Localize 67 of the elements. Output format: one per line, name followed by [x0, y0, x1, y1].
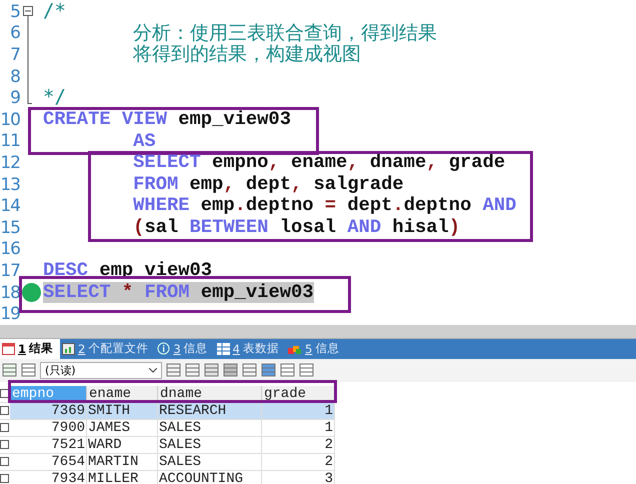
line-number: 10: [0, 110, 20, 130]
table-cell: 7654: [10, 454, 87, 471]
table-cell: MARTIN: [87, 454, 158, 471]
code-line: (sal BETWEEN losal AND hisal): [133, 216, 460, 239]
line-number: 12: [0, 152, 20, 173]
table-cell: RESEARCH: [158, 402, 262, 420]
table-icon[interactable]: [242, 363, 257, 378]
code-comment: 分析：使用三表联合查询，得到结果: [133, 22, 438, 44]
code-comment: /*: [43, 1, 66, 23]
line-number: 13: [0, 174, 20, 195]
row-checkbox[interactable]: [0, 474, 9, 484]
table-cell: WARD: [87, 436, 158, 454]
table-cell: SALES: [158, 420, 262, 437]
table-cell: JAMES: [87, 420, 158, 437]
table-cell: SALES: [158, 436, 262, 454]
table-icon: [2, 342, 15, 355]
fold-bracket-icon[interactable]: [23, 6, 33, 104]
table-cell: SMITH: [87, 402, 158, 420]
line-number: 8: [9, 66, 20, 87]
grid-icon: [216, 342, 230, 355]
line-number: 14: [0, 196, 20, 216]
table-cell: MILLER: [87, 470, 158, 484]
result-tab[interactable]: 4 表数据: [214, 338, 286, 359]
table-cell: 7900: [10, 420, 87, 437]
code-line: FROM emp, dept, salgrade: [133, 174, 404, 196]
result-tab[interactable]: 1 结果: [0, 338, 60, 359]
result-tab[interactable]: 2 个配置文件: [60, 338, 156, 359]
chart-icon: [62, 342, 76, 355]
table-cell: SALES: [158, 454, 262, 471]
row-checkbox[interactable]: [0, 457, 9, 466]
form-view-icon[interactable]: [280, 363, 295, 378]
table-icon[interactable]: [166, 363, 181, 378]
table-cell: ACCOUNTING: [158, 470, 262, 484]
table-cell: 1: [262, 420, 335, 437]
code-comment: 将得到的结果，构建成视图: [133, 44, 362, 66]
result-tab[interactable]: 5 信息: [286, 338, 346, 359]
grid-menu-icon[interactable]: [21, 363, 36, 378]
table-cell: 7369: [10, 402, 87, 420]
mode-select[interactable]: (只读): [40, 362, 162, 379]
line-number: 9: [9, 88, 20, 108]
row-checkbox[interactable]: [0, 423, 9, 432]
text-view-icon[interactable]: [299, 363, 314, 378]
line-number: 18: [0, 282, 20, 303]
line-number: 17: [0, 260, 20, 281]
line-number: 19: [0, 304, 20, 324]
code-comment: */: [43, 87, 66, 109]
code-line: DESC emp_view03: [43, 260, 212, 282]
line-number: 7: [9, 44, 20, 65]
line-number: 6: [9, 23, 20, 44]
line-number: 5: [9, 2, 20, 22]
info-icon: [157, 342, 170, 356]
caret-icon: [149, 368, 157, 373]
code-line: AS: [133, 130, 156, 152]
table-cell: 1: [262, 402, 335, 420]
line-number: 11: [0, 131, 20, 152]
line-number: 15: [0, 218, 20, 238]
code-line: CREATE VIEW emp_view03: [43, 108, 291, 131]
table-cell: 7521: [10, 436, 87, 454]
row-checkbox[interactable]: [0, 440, 9, 450]
result-tab[interactable]: 3 信息: [155, 338, 215, 359]
table-cell: 2: [262, 454, 335, 471]
table-cell: 2: [262, 436, 335, 454]
line-number: 16: [0, 239, 20, 260]
code-line: SELECT empno, ename, dname, grade: [133, 152, 506, 174]
row-checkbox[interactable]: [0, 406, 9, 416]
grid-view-icon[interactable]: [261, 363, 276, 378]
code-line: WHERE emp.deptno = dept.deptno AND: [133, 195, 516, 217]
